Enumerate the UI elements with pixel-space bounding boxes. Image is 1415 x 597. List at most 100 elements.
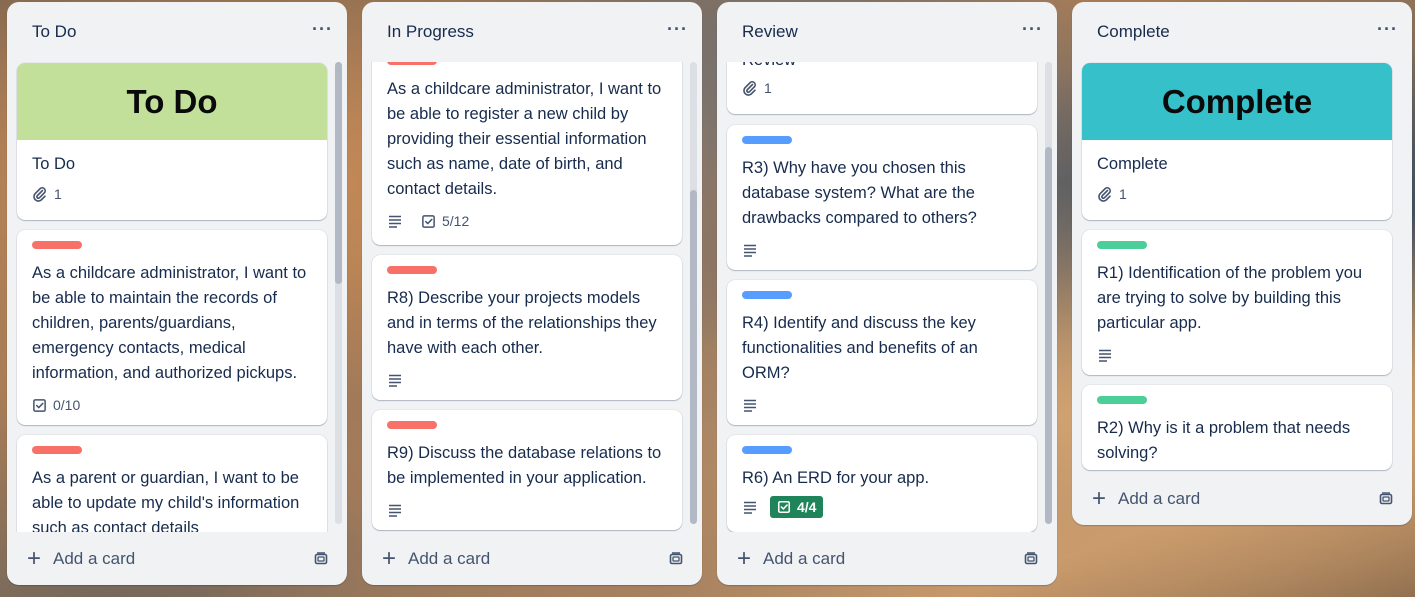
template-icon[interactable]	[313, 551, 329, 567]
card-r1-problem[interactable]: R1) Identification of the problem you ar…	[1082, 230, 1392, 375]
label-blue[interactable]	[742, 291, 792, 299]
list-footer: + Add a card	[7, 533, 347, 585]
description-icon	[744, 244, 756, 257]
card-title: R4) Identify and discuss the key functio…	[742, 314, 978, 382]
card-list: To Do To Do 1 As a childcare administrat…	[7, 62, 347, 532]
card-cover: To Do	[17, 63, 327, 140]
template-icon[interactable]	[1378, 491, 1394, 507]
add-card-label: Add a card	[1118, 489, 1201, 508]
add-card-button[interactable]: + Add a card	[1092, 487, 1200, 511]
list-header: Review ···	[717, 2, 1057, 62]
plus-icon: +	[737, 545, 752, 572]
list-complete: Complete ··· Complete Complete 1 R1) Ide…	[1072, 2, 1412, 525]
label-red[interactable]	[32, 446, 82, 454]
list-footer: + Add a card	[1072, 473, 1412, 525]
label-red[interactable]	[387, 421, 437, 429]
card-todo-cover[interactable]: To Do To Do 1	[17, 63, 327, 220]
card-title: R1) Identification of the problem you ar…	[1097, 264, 1363, 332]
card-title: As a childcare administrator, I want to …	[32, 264, 307, 382]
card-title: R6) An ERD for your app.	[742, 469, 930, 487]
card-title: Review	[742, 62, 1022, 73]
label-green[interactable]	[1097, 396, 1147, 404]
card-list: As a childcare administrator, I want to …	[362, 62, 702, 532]
add-card-label: Add a card	[53, 549, 136, 568]
card-list: Complete Complete 1 R1) Identification o…	[1072, 62, 1412, 472]
checklist-count: 0/10	[53, 397, 81, 413]
card-title: As a childcare administrator, I want to …	[387, 80, 662, 198]
list-header: In Progress ···	[362, 2, 702, 62]
attachment-icon	[33, 187, 46, 202]
plus-icon: +	[27, 545, 42, 572]
list-review: Review ··· Review 1 R3) Why have you cho…	[717, 2, 1057, 585]
list-title[interactable]: Complete	[1097, 22, 1170, 42]
add-card-button[interactable]: + Add a card	[382, 547, 490, 571]
add-card-label: Add a card	[408, 549, 491, 568]
list-todo: To Do ··· To Do To Do 1 As a childcare a…	[7, 2, 347, 585]
label-blue[interactable]	[742, 136, 792, 144]
label-green[interactable]	[1097, 241, 1147, 249]
checklist-icon	[422, 214, 435, 228]
list-header: To Do ···	[7, 2, 347, 62]
template-icon[interactable]	[1023, 551, 1039, 567]
attachment-count: 1	[54, 186, 62, 202]
card-complete-cover[interactable]: Complete Complete 1	[1082, 63, 1392, 220]
attachment-icon	[1098, 187, 1111, 202]
ellipsis-icon[interactable]: ···	[1022, 19, 1043, 46]
label-blue[interactable]	[742, 446, 792, 454]
attachment-count: 1	[1119, 186, 1127, 202]
card-title: To Do	[32, 155, 76, 173]
checklist-badge: 5/12	[421, 213, 469, 229]
checklist-complete-badge: 4/4	[770, 496, 824, 518]
list-title[interactable]: To Do	[32, 22, 76, 42]
list-footer: + Add a card	[717, 533, 1057, 585]
attachment-badge: 1	[742, 80, 772, 96]
description-icon	[1099, 349, 1111, 362]
attachment-icon	[743, 81, 756, 96]
card-title: R8) Describe your projects models and in…	[387, 289, 657, 357]
add-card-button[interactable]: + Add a card	[27, 547, 135, 571]
description-icon	[744, 399, 756, 412]
scrollbar-thumb[interactable]	[690, 190, 697, 524]
card-update-child-info[interactable]: As a parent or guardian, I want to be ab…	[17, 435, 327, 532]
ellipsis-icon[interactable]: ···	[667, 19, 688, 46]
card-r9-relations[interactable]: R9) Discuss the database relations to be…	[372, 410, 682, 530]
card-register-child[interactable]: As a childcare administrator, I want to …	[372, 62, 682, 245]
scrollbar-thumb[interactable]	[335, 62, 342, 284]
description-icon	[389, 215, 401, 228]
add-card-label: Add a card	[763, 549, 846, 568]
checklist-count: 4/4	[797, 499, 817, 515]
checklist-icon	[777, 500, 791, 514]
ellipsis-icon[interactable]: ···	[312, 19, 333, 46]
label-red[interactable]	[32, 241, 82, 249]
add-card-button[interactable]: + Add a card	[737, 547, 845, 571]
description-icon	[389, 504, 401, 517]
card-r2-why-problem[interactable]: R2) Why is it a problem that needs solvi…	[1082, 385, 1392, 470]
card-r8-models[interactable]: R8) Describe your projects models and in…	[372, 255, 682, 400]
label-red[interactable]	[387, 266, 437, 274]
list-title[interactable]: Review	[742, 22, 798, 42]
card-title: R3) Why have you chosen this database sy…	[742, 159, 977, 227]
description-icon	[389, 374, 401, 387]
attachment-count: 1	[764, 80, 772, 96]
list-footer: + Add a card	[362, 533, 702, 585]
checklist-count: 5/12	[442, 213, 470, 229]
description-icon	[744, 501, 756, 514]
card-r6-erd[interactable]: R6) An ERD for your app. 4/4	[727, 435, 1037, 532]
card-list: Review 1 R3) Why have you chosen this da…	[717, 62, 1057, 532]
card-title: R2) Why is it a problem that needs solvi…	[1097, 419, 1351, 462]
card-title: Complete	[1097, 155, 1168, 173]
card-review-cover[interactable]: Review 1	[727, 62, 1037, 114]
card-maintain-records[interactable]: As a childcare administrator, I want to …	[17, 230, 327, 425]
label-red[interactable]	[387, 62, 437, 65]
card-r3-database[interactable]: R3) Why have you chosen this database sy…	[727, 125, 1037, 270]
list-header: Complete ···	[1072, 2, 1412, 62]
attachment-badge: 1	[32, 186, 62, 202]
ellipsis-icon[interactable]: ···	[1377, 19, 1398, 46]
list-title[interactable]: In Progress	[387, 22, 474, 42]
card-r4-orm[interactable]: R4) Identify and discuss the key functio…	[727, 280, 1037, 425]
template-icon[interactable]	[668, 551, 684, 567]
plus-icon: +	[1092, 485, 1107, 512]
checklist-badge: 0/10	[32, 397, 80, 413]
card-cover: Complete	[1082, 63, 1392, 140]
scrollbar-thumb[interactable]	[1045, 147, 1052, 524]
